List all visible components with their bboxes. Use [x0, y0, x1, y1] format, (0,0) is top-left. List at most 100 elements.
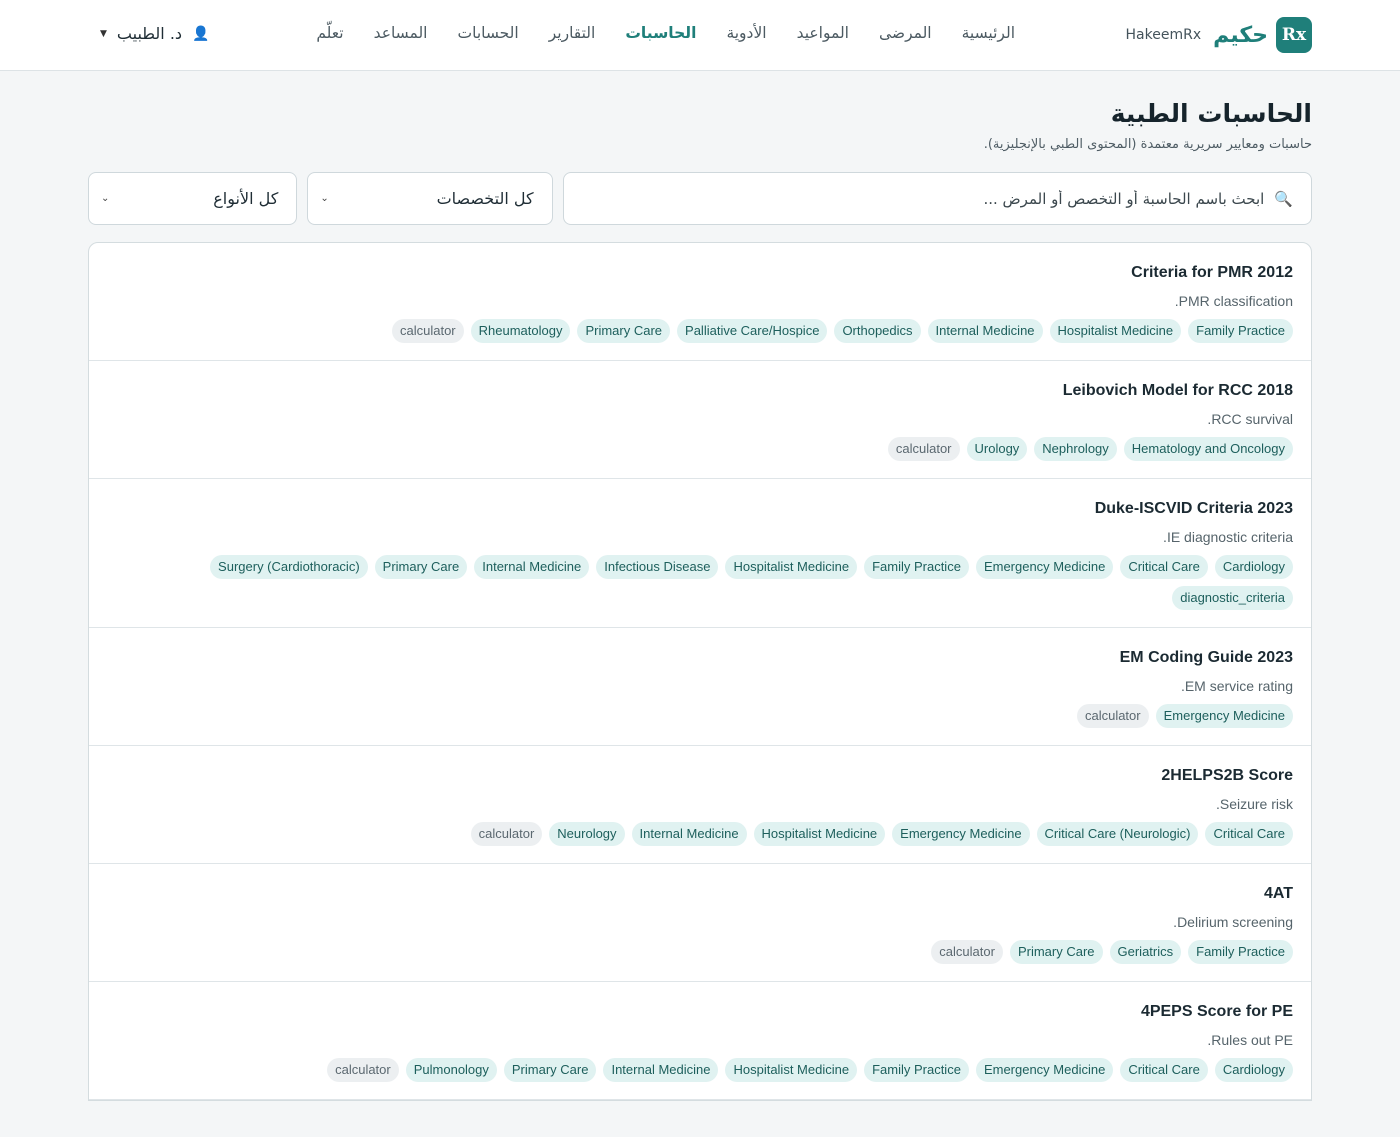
specialty-tag: Nephrology	[1034, 437, 1117, 461]
specialty-tag: Family Practice	[864, 1058, 969, 1082]
user-name: د. الطبيب	[116, 24, 183, 43]
page-subtitle: حاسبات ومعايير سريرية معتمدة (المحتوى ال…	[983, 137, 1312, 152]
search-input[interactable]	[581, 189, 1265, 208]
type-tag: calculator	[887, 437, 960, 461]
specialty-select-value: كل التخصصات	[436, 189, 534, 208]
type-tag: calculator	[470, 822, 543, 846]
specialty-tag: Hospitalist Medicine	[725, 1058, 858, 1082]
type-tag: calculator	[1076, 704, 1149, 728]
search-icon: 🔍	[1274, 189, 1293, 208]
type-select[interactable]: كل الأنواع ⌄	[88, 172, 298, 225]
specialty-tag: Critical Care	[1120, 1058, 1208, 1082]
specialty-tag: Family Practice	[1188, 319, 1293, 343]
nav-item-6[interactable]: الحسابات	[458, 24, 519, 42]
specialty-tag: Internal Medicine	[927, 319, 1043, 343]
type-tag: diagnostic_criteria	[1172, 586, 1293, 610]
specialty-tag: Hospitalist Medicine	[753, 822, 886, 846]
chevron-down-icon: ⌄	[320, 193, 329, 204]
specialty-tag: Emergency Medicine	[892, 822, 1030, 846]
brand[interactable]: Rx حكيم HakeemRx	[1126, 17, 1312, 53]
specialty-tag: Primary Care	[1009, 940, 1103, 964]
specialty-tag: Neurology	[549, 822, 625, 846]
calculator-card[interactable]: 4PEPS Score for PE Rules out PE. Cardiolog…	[89, 982, 1311, 1100]
specialty-tag: Emergency Medicine	[975, 555, 1114, 579]
calculator-description: EM service rating.	[1180, 678, 1293, 694]
tag-list: Family Practice Hospitalist Medicine Inter…	[107, 319, 1293, 343]
specialty-tag: Cardiology	[1214, 555, 1293, 579]
specialty-tag: Family Practice	[1188, 940, 1293, 964]
calculator-title[interactable]: 2012 Criteria for PMR	[107, 263, 1293, 283]
rx-logo-icon: Rx	[1276, 17, 1312, 53]
specialty-tag: Internal Medicine	[603, 1058, 719, 1082]
specialty-tag: Critical Care (Neurologic)	[1036, 822, 1199, 846]
main-content: الحاسبات الطبية حاسبات ومعايير سريرية مع…	[88, 71, 1312, 1101]
calculator-title[interactable]: 2023 Duke-ISCVID Criteria	[107, 499, 1293, 519]
calculator-description: IE diagnostic criteria.	[1163, 529, 1293, 545]
calculator-card[interactable]: 2023 Duke-ISCVID Criteria IE diagnostic c…	[89, 479, 1311, 628]
nav-item-4[interactable]: الحاسبات	[625, 24, 696, 42]
nav-item-0[interactable]: الرئيسية	[962, 24, 1015, 42]
tag-list: Family Practice Geriatrics Primary Care cal…	[107, 940, 1293, 964]
specialty-tag: Palliative Care/Hospice	[677, 319, 828, 343]
calculator-card[interactable]: 2012 Criteria for PMR PMR classification.…	[89, 243, 1311, 361]
tag-list: Hematology and Oncology Nephrology Urology…	[107, 437, 1293, 461]
calculator-title[interactable]: 2023 EM Coding Guide	[107, 648, 1293, 668]
chevron-down-icon: ⌄	[101, 193, 110, 204]
specialty-tag: Geriatrics	[1109, 940, 1182, 964]
specialty-select[interactable]: كل التخصصات ⌄	[307, 172, 553, 225]
calculators-list: 2012 Criteria for PMR PMR classification.…	[88, 242, 1312, 1101]
brand-name-arabic: حكيم	[1213, 22, 1268, 48]
nav-item-3[interactable]: الأدوية	[726, 24, 766, 42]
specialty-tag: Internal Medicine	[631, 822, 747, 846]
specialty-tag: Critical Care	[1120, 555, 1208, 579]
tag-list: Critical Care Critical Care (Neurologic) E…	[107, 822, 1293, 846]
specialty-tag: Surgery (Cardiothoracic)	[210, 555, 368, 579]
calculator-title[interactable]: 2018 Leibovich Model for RCC	[107, 381, 1293, 401]
specialty-tag: Rheumatology	[470, 319, 571, 343]
specialty-tag: Primary Care	[374, 555, 468, 579]
top-navbar: Rx حكيم HakeemRx الرئيسية المرضى المواعيد ا…	[0, 0, 1400, 71]
user-icon: 👤	[192, 25, 210, 42]
specialty-tag: Infectious Disease	[596, 555, 719, 579]
type-tag: calculator	[391, 319, 464, 343]
filters-bar: 🔍 كل التخصصات ⌄ كل الأنواع ⌄	[88, 172, 1312, 225]
specialty-tag: Cardiology	[1214, 1058, 1293, 1082]
tag-list: Emergency Medicine calculator	[107, 704, 1293, 728]
tag-list: Cardiology Critical Care Emergency Medicin…	[107, 555, 1293, 610]
type-select-value: كل الأنواع	[213, 189, 279, 208]
nav-item-1[interactable]: المرضى	[879, 24, 932, 42]
main-nav: الرئيسية المرضى المواعيد الأدوية الحاسبات الت…	[316, 24, 1015, 42]
calculator-description: Seizure risk.	[1215, 796, 1293, 812]
calculator-description: PMR classification.	[1174, 293, 1293, 309]
calculator-description: RCC survival.	[1207, 411, 1293, 427]
tag-list: Cardiology Critical Care Emergency Medicin…	[107, 1058, 1293, 1082]
user-menu[interactable]: 👤 د. الطبيب ▼	[100, 24, 209, 43]
caret-down-icon: ▼	[100, 28, 107, 39]
brand-name-english: HakeemRx	[1125, 27, 1202, 43]
calculator-title[interactable]: 4AT	[107, 884, 1293, 904]
specialty-tag: Emergency Medicine	[1155, 704, 1293, 728]
calculator-description: Rules out PE.	[1207, 1032, 1293, 1048]
nav-item-5[interactable]: التقارير	[549, 24, 596, 42]
page-title: الحاسبات الطبية	[1110, 99, 1312, 128]
calculator-card[interactable]: 2HELPS2B Score Seizure risk. Critical Care…	[89, 746, 1311, 864]
specialty-tag: Emergency Medicine	[975, 1058, 1114, 1082]
calculator-card[interactable]: 4AT Delirium screening. Family Practice Ger…	[89, 864, 1311, 982]
nav-item-2[interactable]: المواعيد	[797, 24, 849, 42]
search-box[interactable]: 🔍	[562, 172, 1312, 225]
specialty-tag: Hospitalist Medicine	[1049, 319, 1182, 343]
specialty-tag: Primary Care	[503, 1058, 597, 1082]
type-tag: calculator	[327, 1058, 399, 1082]
nav-item-8[interactable]: تعلّم	[316, 24, 343, 42]
specialty-tag: Orthopedics	[834, 319, 921, 343]
calculator-card[interactable]: 2018 Leibovich Model for RCC RCC survival…	[89, 361, 1311, 479]
calculator-card[interactable]: 2023 EM Coding Guide EM service rating. Em…	[89, 628, 1311, 746]
calculator-description: Delirium screening.	[1173, 914, 1293, 930]
nav-item-7[interactable]: المساعد	[374, 24, 428, 42]
calculator-title[interactable]: 2HELPS2B Score	[107, 766, 1293, 786]
specialty-tag: Urology	[966, 437, 1028, 461]
specialty-tag: Critical Care	[1205, 822, 1293, 846]
calculator-title[interactable]: 4PEPS Score for PE	[107, 1002, 1293, 1022]
specialty-tag: Primary Care	[577, 319, 671, 343]
specialty-tag: Family Practice	[864, 555, 969, 579]
